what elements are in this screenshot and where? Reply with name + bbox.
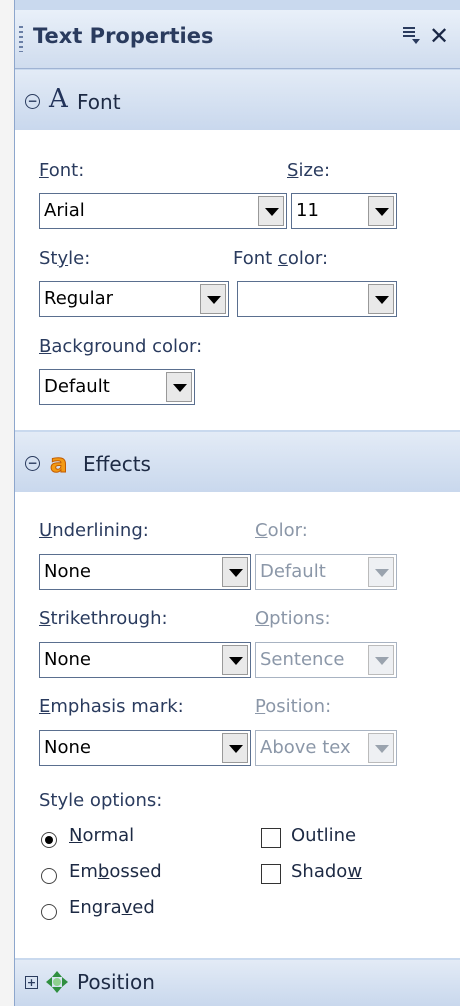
emphasis-mark-dropdown[interactable]: None bbox=[39, 730, 251, 766]
chevron-down-icon bbox=[368, 645, 394, 675]
options-label: Options: bbox=[255, 608, 331, 629]
shadow-checkbox[interactable] bbox=[261, 864, 281, 884]
effects-section-header[interactable]: − a Effects bbox=[15, 432, 460, 492]
pane-menu-icon[interactable] bbox=[401, 24, 423, 48]
font-label: Font: bbox=[39, 160, 85, 181]
background-color-label: Background color: bbox=[39, 336, 203, 357]
font-a-icon: A bbox=[49, 84, 68, 114]
effects-a-icon: a bbox=[49, 448, 75, 480]
pane-titlebar: Text Properties ✕ bbox=[15, 10, 460, 69]
position-arrows-icon bbox=[45, 970, 69, 994]
outline-checkbox[interactable] bbox=[261, 828, 281, 848]
position-section-header[interactable]: + Position bbox=[15, 960, 460, 1006]
underlining-label: Underlining: bbox=[39, 520, 149, 541]
chevron-down-icon[interactable] bbox=[258, 196, 284, 226]
expand-icon[interactable]: + bbox=[25, 976, 38, 989]
font-section-body: Font: Arial Size: 11 Style: Regular Font… bbox=[15, 130, 460, 430]
collapse-icon[interactable]: − bbox=[25, 94, 40, 109]
style-options-label: Style options: bbox=[39, 790, 163, 811]
chevron-down-icon[interactable] bbox=[368, 196, 394, 226]
chevron-down-icon[interactable] bbox=[368, 284, 394, 314]
embossed-radio[interactable] bbox=[41, 868, 57, 884]
style-dropdown[interactable]: Regular bbox=[39, 281, 229, 317]
style-label: Style: bbox=[39, 248, 91, 269]
text-properties-pane: Text Properties ✕ − A Font Font: Arial S… bbox=[14, 0, 460, 1006]
chevron-down-icon[interactable] bbox=[200, 284, 226, 314]
options-dropdown: Sentence bbox=[255, 642, 397, 678]
position-dropdown: Above tex bbox=[255, 730, 397, 766]
chevron-down-icon[interactable] bbox=[222, 645, 248, 675]
strikethrough-dropdown[interactable]: None bbox=[39, 642, 251, 678]
svg-text:a: a bbox=[50, 449, 68, 476]
effects-section-body: Underlining: None Color: Default Striket… bbox=[15, 492, 460, 958]
close-icon[interactable]: ✕ bbox=[429, 22, 449, 50]
embossed-label: Embossed bbox=[69, 861, 162, 882]
color-label: Color: bbox=[255, 520, 308, 541]
normal-label: Normal bbox=[69, 825, 135, 846]
chevron-down-icon[interactable] bbox=[166, 372, 192, 402]
font-section-title: Font bbox=[77, 90, 121, 114]
chevron-down-icon bbox=[368, 733, 394, 763]
size-label: Size: bbox=[287, 160, 331, 181]
size-dropdown[interactable]: 11 bbox=[291, 193, 397, 229]
engraved-radio[interactable] bbox=[41, 904, 57, 920]
pane-title: Text Properties bbox=[33, 24, 214, 48]
position-label: Position: bbox=[255, 696, 332, 717]
engraved-label: Engraved bbox=[69, 897, 155, 918]
strikethrough-label: Strikethrough: bbox=[39, 608, 168, 629]
chevron-down-icon bbox=[368, 557, 394, 587]
effects-section-title: Effects bbox=[83, 452, 151, 476]
color-dropdown: Default bbox=[255, 554, 397, 590]
normal-radio[interactable] bbox=[41, 832, 57, 848]
chevron-down-icon[interactable] bbox=[222, 557, 248, 587]
shadow-label: Shadow bbox=[291, 861, 363, 882]
collapse-icon[interactable]: − bbox=[25, 456, 40, 471]
font-color-dropdown[interactable] bbox=[237, 281, 397, 317]
outline-label: Outline bbox=[291, 825, 357, 846]
font-section-header[interactable]: − A Font bbox=[15, 70, 460, 130]
underlining-dropdown[interactable]: None bbox=[39, 554, 251, 590]
chevron-down-icon[interactable] bbox=[222, 733, 248, 763]
emphasis-mark-label: Emphasis mark: bbox=[39, 696, 184, 717]
background-color-dropdown[interactable]: Default bbox=[39, 369, 195, 405]
font-dropdown[interactable]: Arial bbox=[39, 193, 287, 229]
position-section-title: Position bbox=[77, 970, 155, 994]
font-color-label: Font color: bbox=[233, 248, 329, 269]
drag-grip-icon[interactable] bbox=[19, 26, 23, 52]
